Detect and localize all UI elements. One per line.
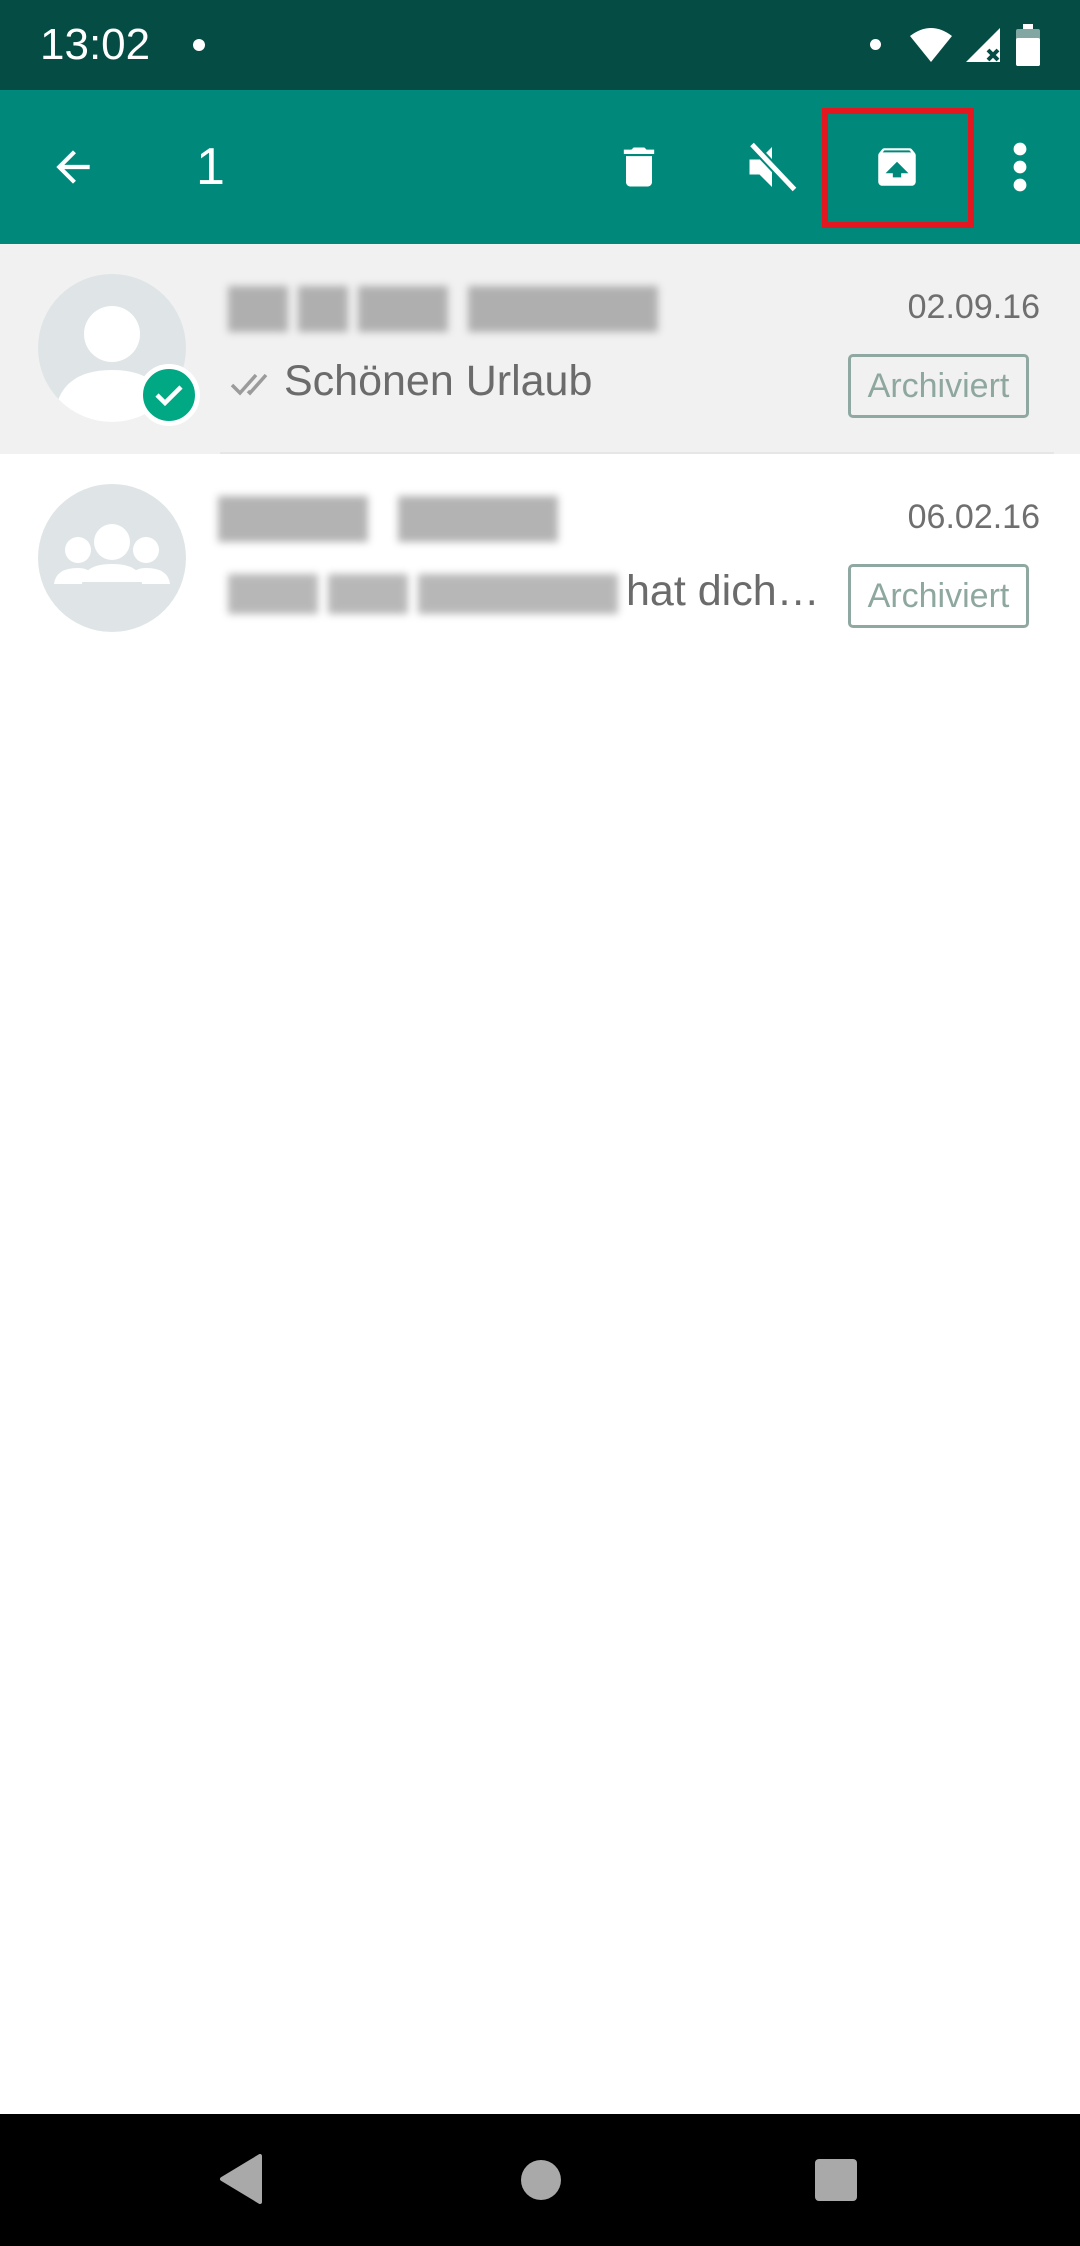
battery-icon bbox=[1016, 24, 1040, 66]
notification-dot-icon bbox=[193, 39, 205, 51]
chat-preview: hat dich… bbox=[626, 567, 820, 615]
archived-badge: Archiviert bbox=[848, 354, 1029, 418]
more-options-button[interactable] bbox=[1000, 90, 1040, 244]
mute-button[interactable] bbox=[730, 90, 814, 244]
recents-square-icon[interactable] bbox=[815, 2159, 857, 2201]
double-check-icon bbox=[230, 373, 268, 396]
status-time: 13:02 bbox=[40, 20, 151, 69]
delete-icon bbox=[623, 147, 655, 187]
selected-check-icon bbox=[138, 364, 200, 426]
home-circle-icon[interactable] bbox=[521, 2160, 561, 2200]
signal-icon bbox=[966, 28, 1000, 62]
delete-button[interactable] bbox=[600, 90, 678, 244]
chat-date: 02.09.16 bbox=[907, 288, 1040, 326]
archived-badge: Archiviert bbox=[848, 564, 1029, 628]
more-vertical-icon bbox=[1013, 142, 1027, 192]
group-icon bbox=[54, 524, 170, 584]
sender-redacted bbox=[218, 574, 618, 614]
unarchive-highlight bbox=[822, 108, 974, 228]
selection-toolbar: 1 bbox=[0, 90, 1080, 244]
chat-list-item[interactable]: 06.02.16 hat dich… Archiviert bbox=[0, 454, 1080, 664]
system-navigation-bar bbox=[0, 2114, 1080, 2246]
back-arrow-icon bbox=[56, 150, 90, 184]
back-triangle-icon[interactable] bbox=[218, 2154, 262, 2204]
group-name-redacted bbox=[218, 496, 558, 542]
contact-name-redacted bbox=[218, 286, 658, 332]
notification-dot-icon bbox=[870, 39, 881, 50]
chat-date: 06.02.16 bbox=[907, 498, 1040, 536]
chat-preview: Schönen Urlaub bbox=[284, 357, 593, 405]
wifi-icon bbox=[910, 28, 952, 62]
status-bar: 13:02 bbox=[0, 0, 1080, 90]
selection-count: 1 bbox=[196, 138, 225, 196]
avatar bbox=[38, 484, 186, 632]
back-button[interactable] bbox=[28, 90, 118, 244]
mute-icon bbox=[748, 141, 798, 193]
chat-list-item[interactable]: 02.09.16 Schönen Urlaub Archiviert bbox=[0, 244, 1080, 454]
